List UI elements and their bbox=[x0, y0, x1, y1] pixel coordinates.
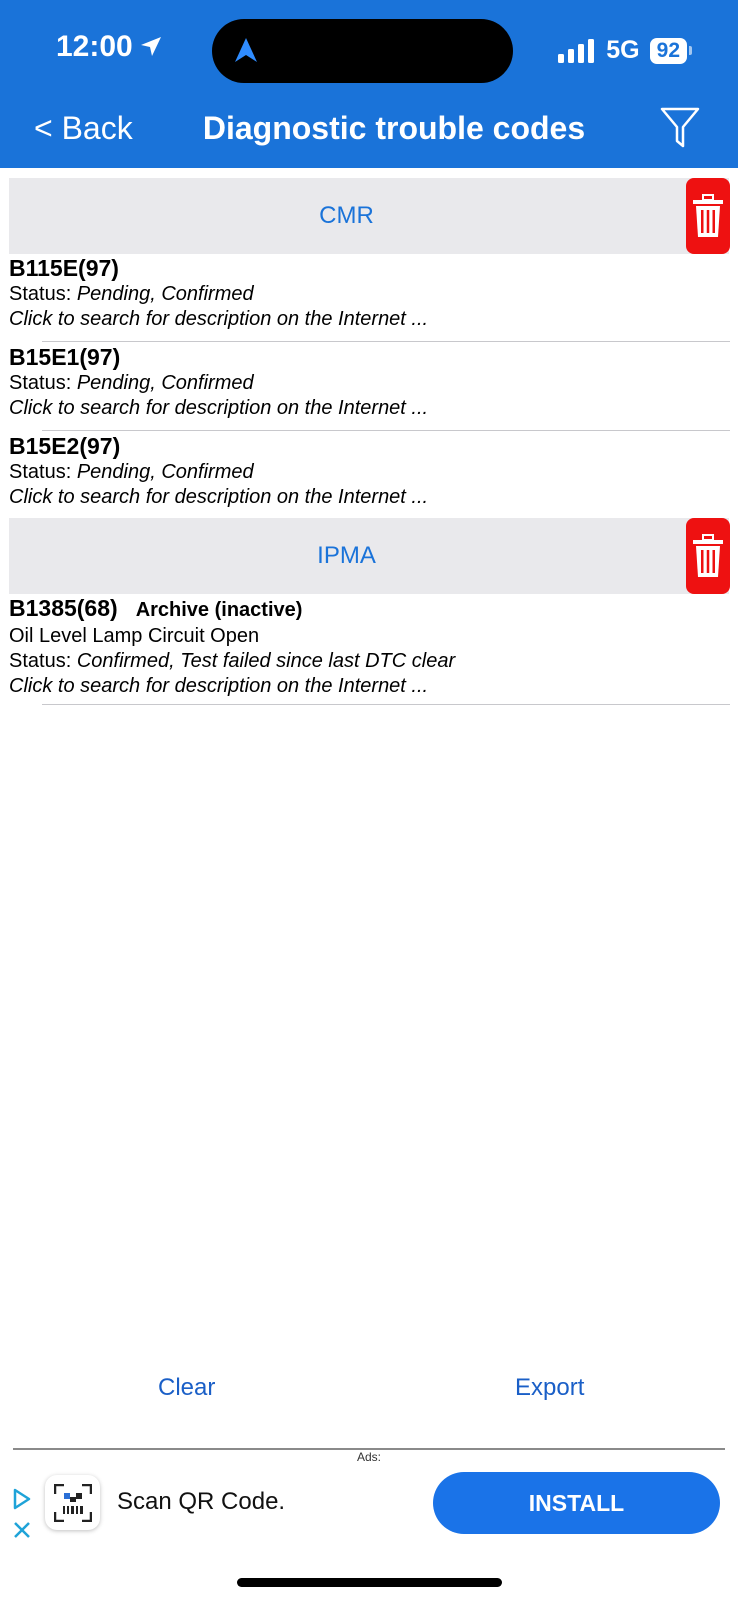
ad-app-icon[interactable] bbox=[45, 1475, 100, 1530]
section-label: CMR bbox=[319, 202, 374, 229]
battery-level: 92 bbox=[649, 37, 687, 64]
section-header-cmr: CMR bbox=[9, 178, 730, 254]
export-button[interactable]: Export bbox=[515, 1374, 584, 1402]
location-arrow-icon bbox=[140, 37, 161, 56]
install-button[interactable]: INSTALL bbox=[433, 1472, 720, 1534]
qr-code-icon bbox=[53, 1483, 92, 1522]
divider bbox=[42, 430, 730, 431]
app-header: 12:00 5G 92 Diagnostic trouble codes < B… bbox=[0, 0, 738, 168]
section-header-ipma: IPMA bbox=[9, 518, 730, 594]
divider bbox=[42, 341, 730, 342]
dtc-status: Status: Pending, Confirmed bbox=[9, 283, 254, 305]
search-link[interactable]: Click to search for description on the I… bbox=[9, 485, 729, 510]
dtc-status: Status: Confirmed, Test failed since las… bbox=[9, 650, 456, 672]
dynamic-island bbox=[212, 19, 513, 83]
cellular-signal-icon bbox=[558, 38, 595, 63]
status-indicators: 5G 92 bbox=[558, 36, 692, 65]
battery-cap bbox=[689, 46, 692, 55]
archive-badge: Archive (inactive) bbox=[135, 599, 303, 621]
adchoices-icon[interactable] bbox=[12, 1488, 32, 1510]
list-item[interactable]: B115E(97) Status: Pending, Confirmed Cli… bbox=[9, 254, 729, 332]
dtc-code: B115E(97) bbox=[9, 255, 119, 281]
status-time: 12:00 bbox=[56, 30, 133, 63]
dtc-description: Oil Level Lamp Circuit Open bbox=[9, 625, 260, 647]
list-item[interactable]: B1385(68) Archive (inactive) Oil Level La… bbox=[9, 594, 729, 699]
battery-icon: 92 bbox=[649, 37, 692, 64]
trash-icon bbox=[693, 194, 723, 237]
home-indicator bbox=[237, 1578, 502, 1587]
clear-button[interactable]: Clear bbox=[158, 1374, 215, 1402]
search-link[interactable]: Click to search for description on the I… bbox=[9, 307, 729, 332]
status-time-group: 12:00 bbox=[56, 30, 163, 64]
ad-close-icon[interactable] bbox=[12, 1520, 32, 1540]
search-link[interactable]: Click to search for description on the I… bbox=[9, 674, 729, 699]
ads-label: Ads: bbox=[356, 1450, 381, 1464]
trash-icon bbox=[693, 534, 723, 577]
delete-button[interactable] bbox=[686, 518, 730, 594]
dtc-status: Status: Pending, Confirmed bbox=[9, 372, 254, 394]
section-label: IPMA bbox=[317, 542, 376, 569]
navigation-icon bbox=[235, 38, 257, 62]
back-button[interactable]: < Back bbox=[34, 110, 133, 147]
dtc-code: B15E2(97) bbox=[9, 433, 121, 459]
list-item[interactable]: B15E2(97) Status: Pending, Confirmed Cli… bbox=[9, 432, 729, 510]
dtc-status: Status: Pending, Confirmed bbox=[9, 461, 254, 483]
filter-icon[interactable] bbox=[660, 106, 700, 150]
network-type: 5G bbox=[606, 36, 640, 64]
dtc-code: B15E1(97) bbox=[9, 344, 121, 370]
search-link[interactable]: Click to search for description on the I… bbox=[9, 396, 729, 421]
dtc-code-row: B1385(68) Archive (inactive) bbox=[9, 594, 729, 624]
divider bbox=[42, 704, 730, 705]
ad-text[interactable]: Scan QR Code. bbox=[117, 1488, 285, 1516]
dtc-code: B1385(68) bbox=[9, 595, 118, 621]
delete-button[interactable] bbox=[686, 178, 730, 254]
list-item[interactable]: B15E1(97) Status: Pending, Confirmed Cli… bbox=[9, 343, 729, 421]
